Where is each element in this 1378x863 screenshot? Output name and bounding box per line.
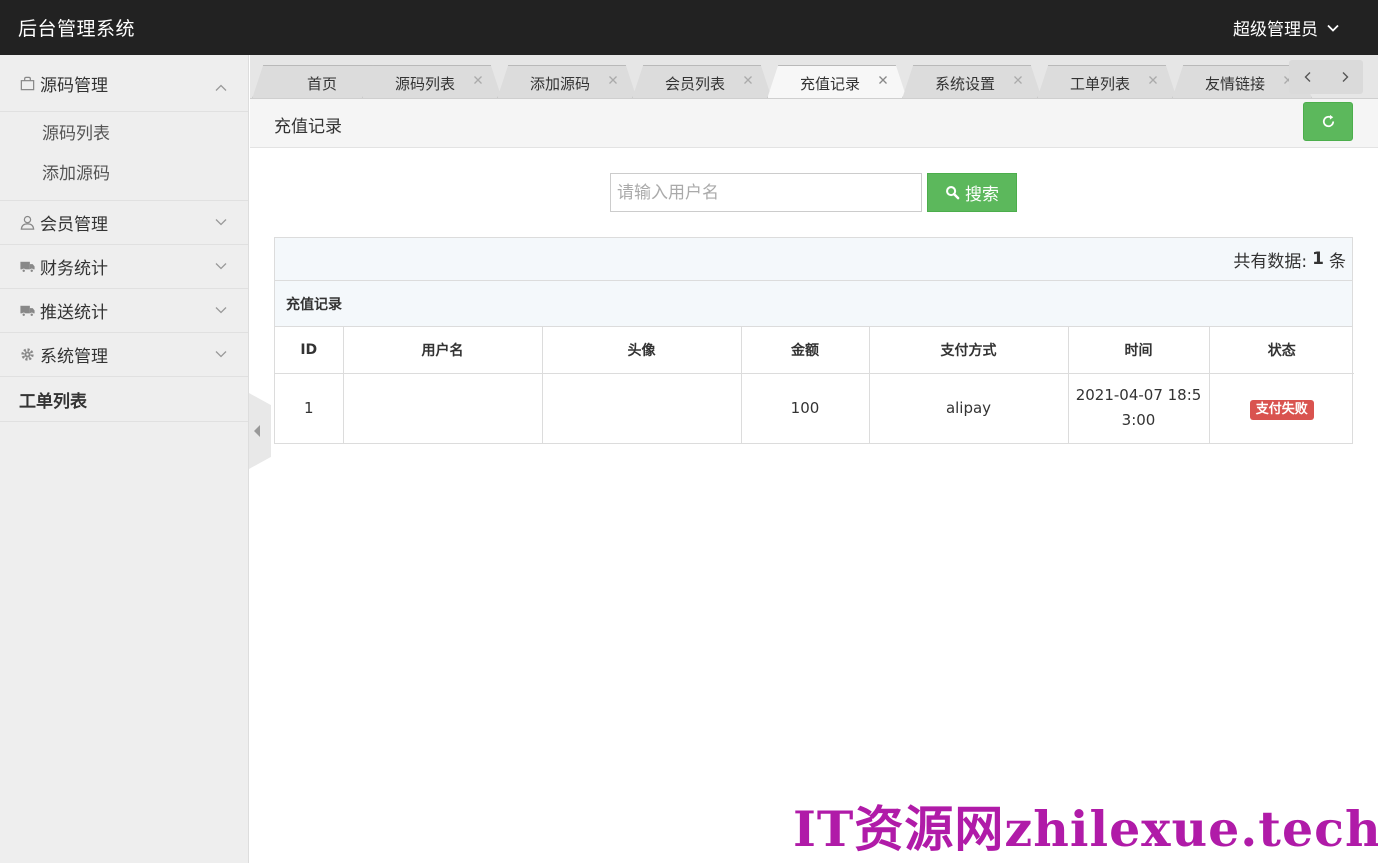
app-title: 后台管理系统	[18, 18, 136, 40]
sidebar-item-tickets[interactable]: 工单列表	[0, 377, 248, 422]
user-icon	[18, 214, 36, 232]
tab-scroll-controls	[1289, 60, 1363, 94]
cell-time: 2021-04-07 18:53:00	[1068, 373, 1210, 443]
page-header: 充值记录	[250, 99, 1378, 148]
search-button[interactable]: 搜索	[927, 173, 1017, 212]
chevron-left-icon	[1304, 72, 1310, 82]
cell-amount: 100	[741, 373, 870, 443]
cell-pay-method: alipay	[869, 373, 1069, 443]
column-header-amount: 金额	[741, 327, 870, 374]
chevron-up-icon	[215, 84, 227, 91]
tab-scroll-left-button[interactable]	[1289, 60, 1326, 94]
close-icon[interactable]	[1012, 74, 1024, 86]
truck-icon	[18, 302, 36, 320]
tab-bar: 首页 源码列表 添加源码 会员列表 充值记录 系统设置 工单列表 友情链接	[250, 55, 1378, 99]
sidebar-group-members[interactable]: 会员管理	[0, 201, 248, 245]
sidebar-item-add-source[interactable]: 添加源码	[0, 154, 248, 194]
sidebar-group-push[interactable]: 推送统计	[0, 289, 248, 333]
tab-system-settings[interactable]: 系统设置	[902, 65, 1042, 98]
records-table: ID 用户名 头像 金额 支付方式 时间 状态 1 100 alipay 202…	[275, 327, 1354, 443]
gear-icon	[18, 346, 36, 364]
record-count-suffix: 条	[1329, 251, 1346, 272]
sidebar-group-system[interactable]: 系统管理	[0, 333, 248, 377]
search-button-label: 搜索	[965, 185, 999, 205]
close-icon[interactable]	[877, 74, 889, 86]
sidebar-group-source[interactable]: 源码管理	[0, 55, 248, 112]
column-header-id: ID	[275, 327, 344, 374]
tab-scroll-right-button[interactable]	[1326, 60, 1363, 94]
table-row: 1 100 alipay 2021-04-07 18:53:00 支付失败	[275, 373, 1354, 443]
sidebar-item-source-list[interactable]: 源码列表	[0, 114, 248, 154]
tab-source-list[interactable]: 源码列表	[362, 65, 502, 98]
tab-ticket-list[interactable]: 工单列表	[1037, 65, 1177, 98]
search-icon	[946, 186, 960, 200]
cell-username	[343, 373, 543, 443]
close-icon[interactable]	[607, 74, 619, 86]
record-count: 共有数据: 1 条	[275, 238, 1352, 281]
refresh-icon	[1322, 114, 1334, 128]
page-title: 充值记录	[274, 117, 342, 137]
tab-add-source[interactable]: 添加源码	[497, 65, 637, 98]
sidebar-group-finance[interactable]: 财务统计	[0, 245, 248, 289]
chevron-right-icon	[1342, 72, 1348, 82]
close-icon[interactable]	[472, 74, 484, 86]
user-menu-label: 超级管理员	[1233, 20, 1318, 40]
sidebar-submenu-source: 源码列表 添加源码	[0, 112, 248, 201]
column-header-time: 时间	[1068, 327, 1210, 374]
sidebar-group-label: 源码管理	[40, 75, 108, 96]
truck-icon	[18, 258, 36, 276]
record-count-number: 1	[1312, 249, 1324, 269]
close-icon[interactable]	[742, 74, 754, 86]
top-header: 后台管理系统 超级管理员	[0, 0, 1378, 55]
cell-id: 1	[275, 373, 344, 443]
sidebar-group-label: 推送统计	[40, 303, 108, 323]
chevron-down-icon	[215, 307, 227, 314]
column-header-status: 状态	[1209, 327, 1354, 374]
caret-left-icon	[254, 425, 260, 437]
chevron-down-icon	[1327, 24, 1339, 32]
sidebar-collapse-handle[interactable]	[249, 393, 271, 469]
user-menu[interactable]: 超级管理员	[1233, 15, 1340, 40]
status-badge: 支付失败	[1249, 399, 1314, 420]
record-count-prefix: 共有数据:	[1233, 251, 1308, 272]
username-search-input[interactable]	[610, 173, 922, 212]
sidebar-group-label: 系统管理	[40, 347, 108, 367]
cell-avatar	[542, 373, 742, 443]
close-icon[interactable]	[1147, 74, 1159, 86]
sidebar-group-label: 财务统计	[40, 259, 108, 279]
column-header-avatar: 头像	[542, 327, 742, 374]
sidebar-group-label: 会员管理	[40, 215, 108, 235]
column-header-pay-method: 支付方式	[869, 327, 1069, 374]
chevron-down-icon	[215, 351, 227, 358]
tab-recharge-records[interactable]: 充值记录	[767, 65, 907, 98]
cell-status: 支付失败	[1209, 373, 1354, 443]
column-header-username: 用户名	[343, 327, 543, 374]
bag-icon	[18, 74, 36, 92]
watermark: IT资源网zhilexue.tech	[793, 800, 1378, 858]
records-panel: 共有数据: 1 条 充值记录 ID 用户名 头像 金额 支付方式 时间 状态 1	[274, 237, 1354, 444]
tab-member-list[interactable]: 会员列表	[632, 65, 772, 98]
table-header-row: ID 用户名 头像 金额 支付方式 时间 状态	[275, 327, 1354, 374]
refresh-button[interactable]	[1303, 102, 1353, 141]
table-caption: 充值记录	[275, 281, 1352, 327]
chevron-down-icon	[215, 263, 227, 270]
chevron-down-icon	[215, 219, 227, 226]
sidebar: 源码管理 源码列表 添加源码 会员管理 财务统计 推送统计 系统管理 工单列表	[0, 55, 249, 863]
